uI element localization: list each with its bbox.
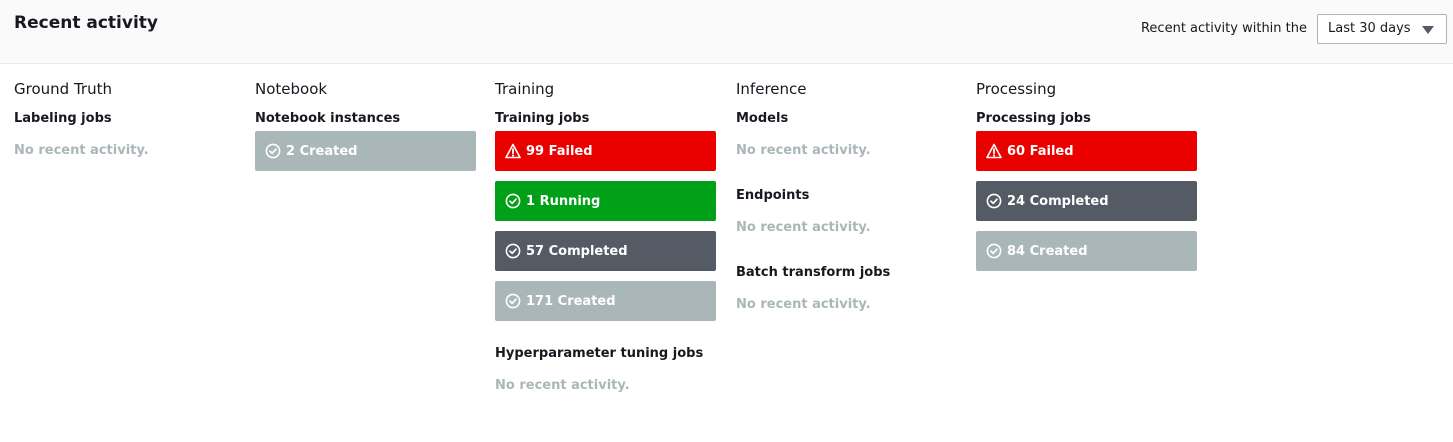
status-label: 99 Failed (526, 143, 593, 159)
status-label: 57 Completed (526, 243, 628, 259)
time-range-select[interactable]: Last 30 days (1317, 14, 1447, 44)
range-label: Recent activity within the (1140, 21, 1307, 36)
check-circle-icon (505, 193, 521, 209)
status-completed-button[interactable]: 24 Completed (976, 181, 1197, 221)
warning-icon (986, 143, 1002, 159)
check-circle-icon (505, 293, 521, 309)
column-title: Training (495, 80, 555, 98)
status-label: 1 Running (526, 193, 601, 209)
empty-state: No recent activity. (495, 378, 630, 393)
stat-list: 60 Failed 24 Completed 84 Created (976, 131, 1197, 271)
section-title: Hyperparameter tuning jobs (495, 346, 704, 361)
status-failed-button[interactable]: 60 Failed (976, 131, 1197, 171)
empty-state: No recent activity. (736, 220, 871, 235)
status-completed-button[interactable]: 57 Completed (495, 231, 716, 271)
status-running-button[interactable]: 1 Running (495, 181, 716, 221)
status-label: 60 Failed (1007, 143, 1074, 159)
check-circle-icon (986, 193, 1002, 209)
check-circle-icon (986, 243, 1002, 259)
page-title: Recent activity (14, 13, 158, 33)
stat-list: 99 Failed 1 Running 57 Completed 171 Create… (495, 131, 716, 321)
status-created-button[interactable]: 171 Created (495, 281, 716, 321)
column-inference: Inference Models No recent activity. End… (736, 80, 957, 329)
status-created-button[interactable]: 84 Created (976, 231, 1197, 271)
status-created-button[interactable]: 2 Created (255, 131, 476, 171)
caret-down-icon (1422, 26, 1434, 34)
section-title: Notebook instances (255, 111, 401, 126)
section-title: Endpoints (736, 188, 810, 203)
status-label: 84 Created (1007, 243, 1088, 259)
column-notebook: Notebook Notebook instances 2 Created (255, 80, 476, 171)
section-title: Labeling jobs (14, 111, 112, 126)
empty-state: No recent activity. (736, 143, 871, 158)
status-label: 171 Created (526, 293, 616, 309)
warning-icon (505, 143, 521, 159)
column-processing: Processing Processing jobs 60 Failed 24 C… (976, 80, 1197, 271)
column-ground-truth: Ground Truth Labeling jobs No recent act… (14, 80, 235, 175)
empty-state: No recent activity. (736, 297, 871, 312)
stat-list: 2 Created (255, 131, 476, 171)
check-circle-icon (265, 143, 281, 159)
time-range-value: Last 30 days (1328, 21, 1411, 36)
section-title: Training jobs (495, 111, 590, 126)
status-failed-button[interactable]: 99 Failed (495, 131, 716, 171)
column-training: Training Training jobs 99 Failed 1 Runnin… (495, 80, 716, 410)
column-title: Notebook (255, 80, 328, 98)
section-title: Batch transform jobs (736, 265, 891, 280)
column-title: Processing (976, 80, 1057, 98)
check-circle-icon (505, 243, 521, 259)
status-label: 24 Completed (1007, 193, 1109, 209)
status-label: 2 Created (286, 143, 358, 159)
section-title: Models (736, 111, 789, 126)
empty-state: No recent activity. (14, 143, 149, 158)
section-title: Processing jobs (976, 111, 1091, 126)
column-title: Ground Truth (14, 80, 112, 98)
page-header: Recent activity Recent activity within t… (0, 0, 1453, 64)
column-title: Inference (736, 80, 807, 98)
